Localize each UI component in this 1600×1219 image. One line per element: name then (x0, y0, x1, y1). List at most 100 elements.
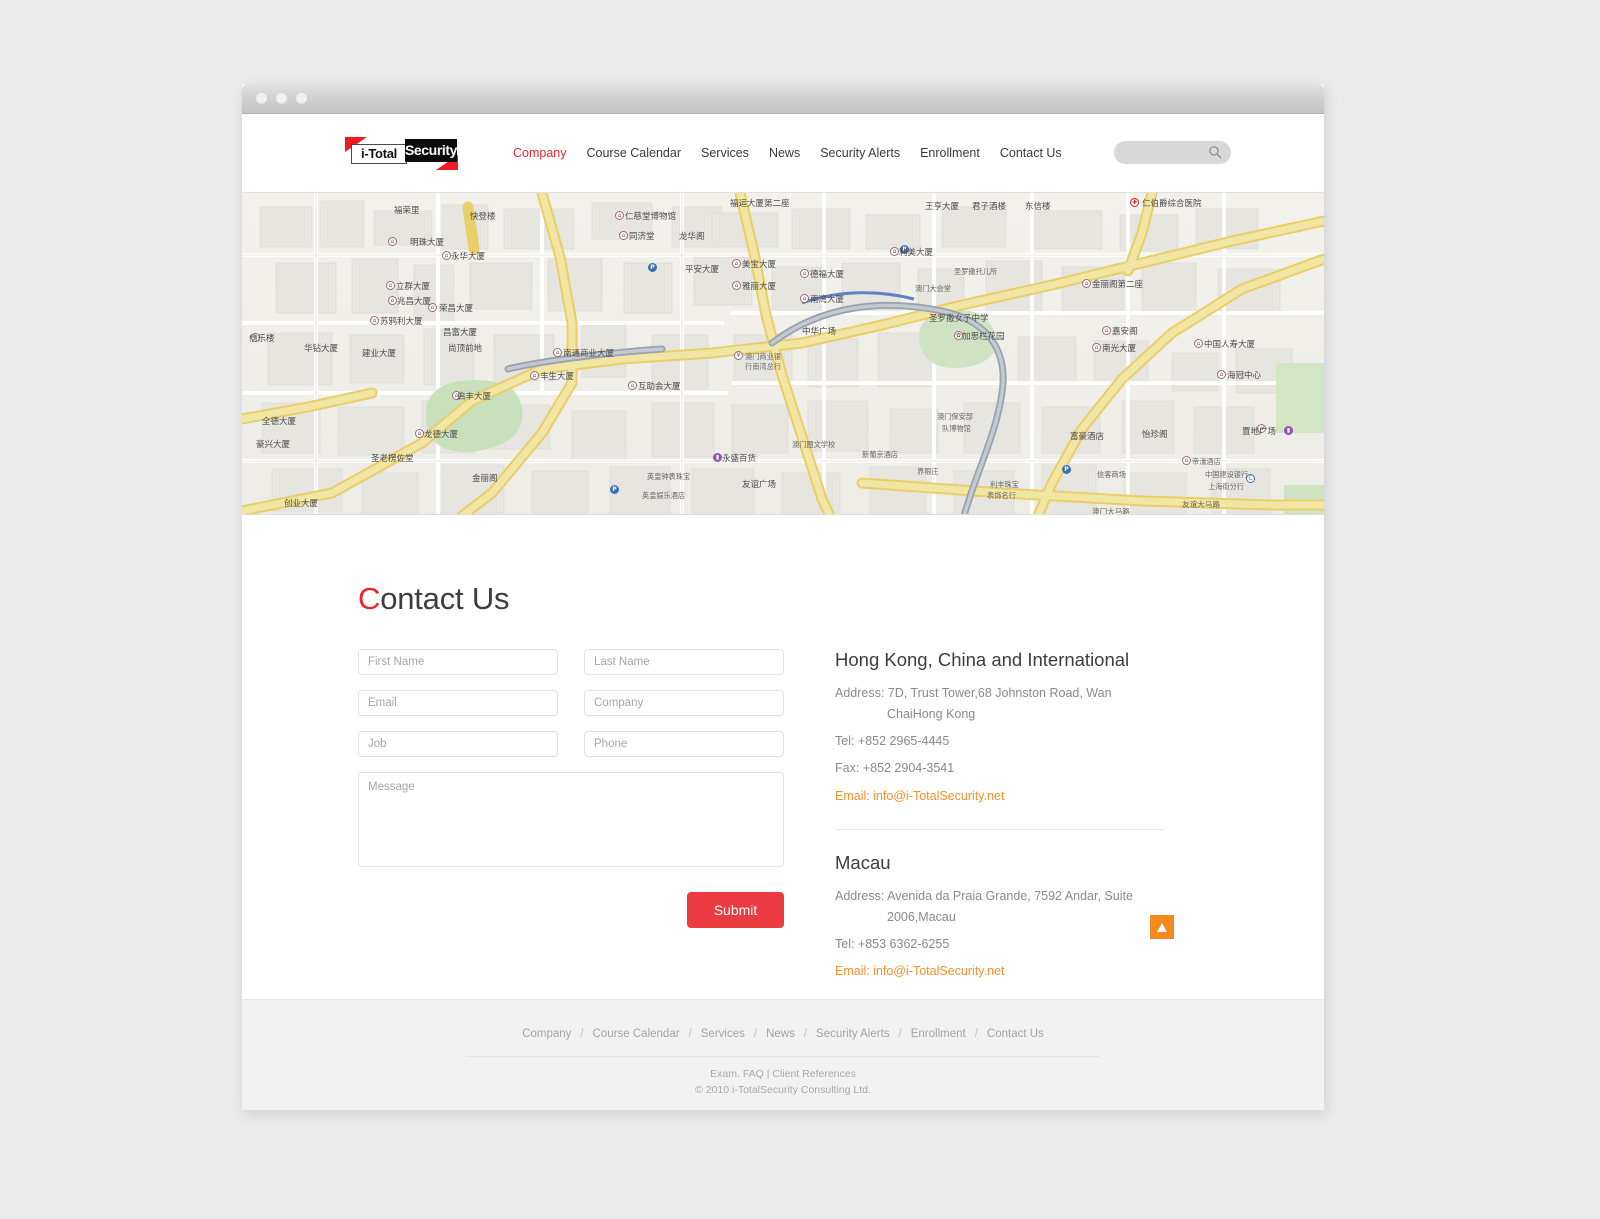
office-tel: Tel: +852 2965-4445 (835, 734, 950, 749)
map-poi-icon: ⌂ (553, 348, 562, 357)
footer-link-services[interactable]: Services (701, 1028, 745, 1040)
map-place-label: 中国人寿大厦 (1204, 340, 1256, 350)
map-place-label: 澳门大马路 (1092, 507, 1130, 515)
map-place-label: 龙德大厦 (424, 430, 459, 440)
map-place-label: 界限庄 (917, 467, 939, 476)
map-place-label: 金丽阁 (472, 474, 498, 484)
map-place-label: 置地广场 (1242, 427, 1277, 437)
map-place-label: 快登楼 (470, 212, 496, 222)
footer-link-news[interactable]: News (766, 1028, 795, 1040)
maximize-window-button[interactable] (296, 93, 307, 104)
map-place-label: 澳门保安部 (937, 412, 973, 421)
map-place-label: 美宝大厦 (742, 260, 777, 270)
map-poi-icon: ⌂ (800, 269, 809, 278)
map-place-label: 南通商业大厦 (563, 349, 615, 359)
map-place-label: 海冠中心 (1227, 371, 1262, 381)
map-place-label: 信客商场 (1097, 470, 1126, 479)
map-place-label: 福荣里 (394, 206, 420, 216)
map-place-label: 启丰大厦 (457, 392, 492, 402)
office-address-line-1: Address: Avenida da Praia Grande, 7592 A… (835, 888, 1133, 903)
close-window-button[interactable] (256, 93, 267, 104)
page-title: Contact Us (358, 581, 1324, 617)
email-input[interactable] (358, 690, 558, 716)
map-poi-icon: ⌂ (1082, 279, 1091, 288)
map-place-label: 新葡京酒店 (862, 450, 898, 459)
map-place-label: 华钻大厦 (304, 344, 339, 354)
map-place-label: 福运大厦第二座 (730, 199, 790, 209)
nav-item-news[interactable]: News (759, 146, 810, 160)
map-place-label: 利美大厦 (899, 248, 934, 258)
map-place-label: 上海街分行 (1208, 482, 1244, 491)
minimize-window-button[interactable] (276, 93, 287, 104)
map-poi-icon: ⌂ (370, 316, 379, 325)
search-box[interactable] (1114, 141, 1231, 164)
search-input[interactable] (1114, 141, 1231, 164)
map-place-label: 永华大厦 (451, 252, 486, 262)
map-poi-icon: ⌂ (800, 294, 809, 303)
map-place-label: 怡珍阁 (1142, 430, 1168, 440)
submit-button[interactable]: Submit (687, 892, 784, 928)
footer-link-company[interactable]: Company (522, 1028, 571, 1040)
map-place-label: 永盛百货 (722, 454, 757, 464)
triangle-up-icon (1157, 922, 1167, 932)
map-place-label: 英皇钟表珠宝 (647, 472, 691, 481)
form-row-email-company (358, 690, 790, 716)
office-email-link[interactable]: Email: info@i-TotalSecurity.net (835, 787, 1165, 805)
footer-separator: / (753, 1028, 758, 1040)
message-textarea[interactable] (358, 772, 784, 867)
map-place-label: 中国建设银行 (1205, 470, 1249, 479)
map-place-label: 东信楼 (1025, 202, 1051, 212)
map-place-label: 豪兴大厦 (256, 440, 291, 450)
map-canvas (242, 193, 1324, 514)
map-place-label: 澳门商业银 (745, 352, 781, 361)
footer-secondary-links[interactable]: Exam. FAQ | Client References (242, 1068, 1324, 1080)
main-navigation: Company Course Calendar Services News Se… (503, 146, 1072, 160)
nav-item-contact-us[interactable]: Contact Us (990, 146, 1072, 160)
nav-item-security-alerts[interactable]: Security Alerts (810, 146, 910, 160)
map-place-label: 澳门圈文学校 (792, 440, 836, 449)
footer-copyright: © 2010 i-TotalSecurity Consulting Ltd. (695, 1084, 871, 1096)
map-poi-icon: ⌂ (615, 211, 624, 220)
map-place-label: 全德大厦 (262, 417, 297, 427)
map-poi-icon: ⌂ (628, 381, 637, 390)
office-email-link[interactable]: Email: info@i-TotalSecurity.net (835, 962, 1165, 980)
footer-link-course-calendar[interactable]: Course Calendar (593, 1028, 680, 1040)
footer-divider (466, 1056, 1100, 1057)
phone-input[interactable] (584, 731, 784, 757)
last-name-input[interactable] (584, 649, 784, 675)
nav-item-company[interactable]: Company (503, 146, 577, 160)
map-place-label: 富豪酒店 (1070, 432, 1105, 442)
map-poi-icon: ⌂ (1217, 370, 1226, 379)
site-footer: Company / Course Calendar / Services / News / Se… (242, 999, 1324, 1110)
map-place-label: 澳门大会堂 (915, 284, 951, 293)
location-map[interactable]: ⌂ ⌂ ⌂ ⌂ ⌂ ⌂ ⌂ ⌂ ⌂ ⌂ ⌂ ⌂ ⌂ ⌂ P P P P ⌂ ⌂ … (242, 192, 1324, 515)
site-logo[interactable]: i-Total Security (343, 136, 458, 170)
footer-link-enrollment[interactable]: Enrollment (911, 1028, 966, 1040)
map-place-label: 南光大厦 (1102, 344, 1137, 354)
office-heading: Hong Kong, China and International (835, 649, 1130, 670)
map-bank-icon: ¥ (734, 351, 743, 360)
page-title-initial: C (358, 581, 381, 616)
footer-link-security-alerts[interactable]: Security Alerts (816, 1028, 890, 1040)
map-parking-icon: P (610, 485, 619, 494)
map-place-label: 金丽阁第二座 (1092, 280, 1144, 290)
office-address-line-1: Address: 7D, Trust Tower,68 Johnston Roa… (835, 686, 1112, 700)
map-poi-icon: ⌂ (530, 371, 539, 380)
map-place-label: 明珠大厦 (410, 238, 445, 248)
company-input[interactable] (584, 690, 784, 716)
office-tel: Tel: +853 6362-6255 (835, 936, 950, 951)
map-place-label: 苏鸦利大厦 (380, 317, 423, 327)
nav-item-enrollment[interactable]: Enrollment (910, 146, 990, 160)
job-input[interactable] (358, 731, 558, 757)
map-place-label: 王亨大厦 (925, 202, 960, 212)
scroll-to-top-button[interactable] (1150, 915, 1174, 940)
map-poi-icon: ⌂ (732, 281, 741, 290)
nav-item-services[interactable]: Services (691, 146, 759, 160)
logo-text-security: Security (405, 138, 457, 162)
nav-item-course-calendar[interactable]: Course Calendar (577, 146, 692, 160)
footer-link-contact-us[interactable]: Contact Us (987, 1028, 1044, 1040)
map-poi-icon: ⌂ (415, 429, 424, 438)
site-header: i-Total Security Company Course Calendar… (242, 114, 1324, 192)
map-place-label: 行南湾总行 (745, 362, 781, 371)
first-name-input[interactable] (358, 649, 558, 675)
